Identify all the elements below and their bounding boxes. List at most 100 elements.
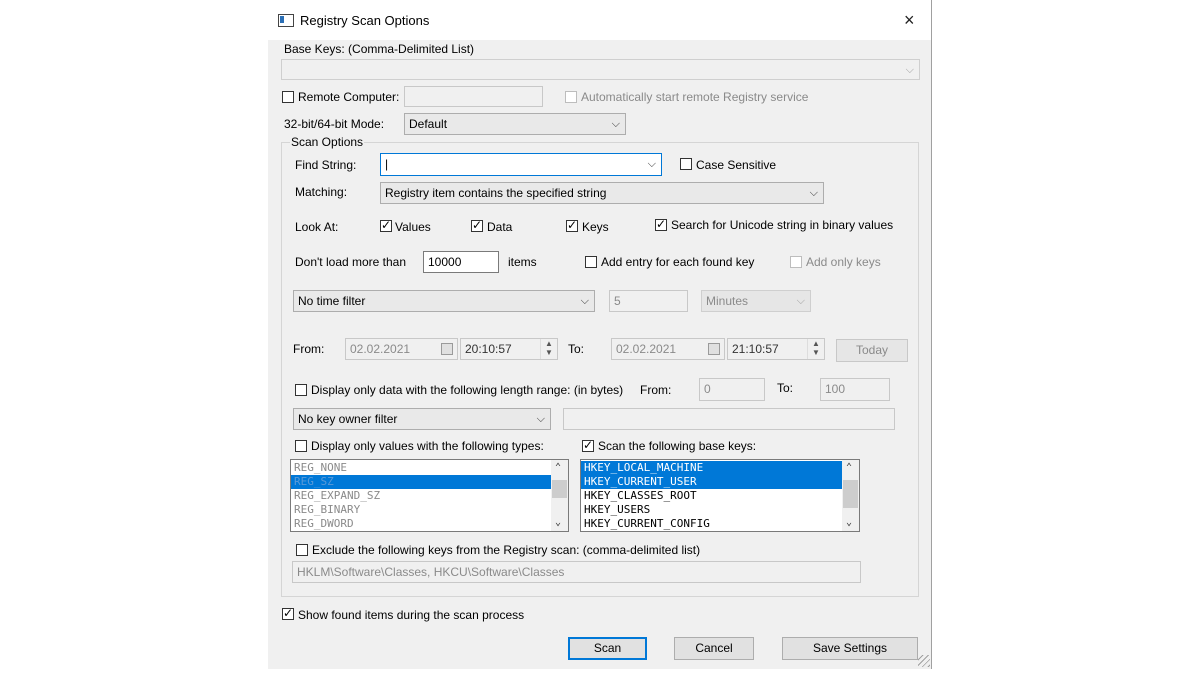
list-item[interactable]: REG_DWORD bbox=[291, 517, 568, 531]
length-range-checkbox[interactable] bbox=[295, 384, 307, 396]
look-at-label: Look At: bbox=[295, 220, 339, 234]
time-amount-input[interactable]: 5 bbox=[609, 290, 688, 312]
scan-button[interactable]: Scan bbox=[568, 637, 647, 660]
spin-down-icon: ▼ bbox=[812, 348, 820, 357]
to-date-value: 02.02.2021 bbox=[616, 342, 677, 356]
owner-input[interactable] bbox=[563, 408, 895, 430]
mode-value: Default bbox=[409, 117, 448, 131]
close-icon[interactable]: × bbox=[904, 10, 915, 31]
matching-select[interactable]: Registry item contains the specified str… bbox=[380, 182, 824, 204]
scan-options-group-label: Scan Options bbox=[290, 135, 365, 149]
remote-computer-label: Remote Computer: bbox=[298, 90, 400, 104]
data-label: Data bbox=[487, 220, 513, 234]
show-found-checkbox[interactable]: ✓ bbox=[282, 606, 294, 620]
base-keys-list[interactable]: HKEY_LOCAL_MACHINE HKEY_CURRENT_USER HKE… bbox=[580, 459, 860, 532]
today-button[interactable]: Today bbox=[836, 339, 908, 362]
base-keys-combo[interactable]: ⌵ bbox=[281, 59, 920, 80]
resize-grip[interactable] bbox=[918, 655, 930, 667]
auto-start-label: Automatically start remote Registry serv… bbox=[581, 90, 809, 104]
spin-up-icon: ▲ bbox=[812, 339, 820, 348]
time-unit-select[interactable]: Minutes ⌵ bbox=[701, 290, 811, 312]
list-item[interactable]: HKEY_USERS bbox=[581, 503, 859, 517]
spin-icon: ▲ ▼ bbox=[540, 339, 557, 359]
chevron-down-icon: ⌵ bbox=[536, 413, 545, 425]
exclude-keys-input[interactable]: HKLM\Software\Classes, HKCU\Software\Cla… bbox=[292, 561, 861, 583]
length-from-label: From: bbox=[640, 383, 672, 397]
length-to-input[interactable]: 100 bbox=[820, 378, 890, 401]
mode-select[interactable]: Default ⌵ bbox=[404, 113, 626, 135]
list-item[interactable]: REG_NONE bbox=[291, 461, 568, 475]
list-item[interactable]: HKEY_CLASSES_ROOT bbox=[581, 489, 859, 503]
scrollbar[interactable]: ⌃ ⌄ bbox=[551, 460, 568, 531]
scrollbar[interactable]: ⌃ ⌄ bbox=[842, 460, 859, 531]
exclude-keys-label: Exclude the following keys from the Regi… bbox=[312, 543, 701, 557]
value-types-list[interactable]: REG_NONE REG_SZ REG_EXPAND_SZ REG_BINARY… bbox=[290, 459, 569, 532]
list-item[interactable]: HKEY_CURRENT_USER bbox=[581, 475, 859, 489]
save-settings-button[interactable]: Save Settings bbox=[782, 637, 918, 660]
cancel-button[interactable]: Cancel bbox=[674, 637, 754, 660]
scroll-down-icon[interactable]: ⌄ bbox=[555, 517, 561, 528]
chevron-down-icon: ⌵ bbox=[905, 64, 914, 76]
to-time-input[interactable]: 21:10:57 ▲ ▼ bbox=[727, 338, 825, 360]
case-sensitive-label: Case Sensitive bbox=[696, 158, 777, 172]
from-time-input[interactable]: 20:10:57 ▲ ▼ bbox=[460, 338, 558, 360]
spin-down-icon: ▼ bbox=[545, 348, 553, 357]
check-icon: ✓ bbox=[472, 218, 483, 232]
to-label: To: bbox=[568, 342, 585, 356]
list-item[interactable]: REG_BINARY bbox=[291, 503, 568, 517]
remote-computer-input[interactable] bbox=[404, 86, 543, 107]
chevron-down-icon: ⌵ bbox=[796, 295, 805, 307]
scroll-thumb[interactable] bbox=[552, 480, 567, 498]
length-from-input[interactable]: 0 bbox=[699, 378, 765, 401]
to-date-picker[interactable]: 02.02.2021 bbox=[611, 338, 725, 360]
calendar-icon bbox=[708, 343, 720, 355]
matching-value: Registry item contains the specified str… bbox=[385, 186, 607, 200]
find-string-input[interactable]: | ⌵ bbox=[380, 153, 662, 176]
keys-checkbox[interactable]: ✓ bbox=[566, 218, 578, 232]
scroll-down-icon[interactable]: ⌄ bbox=[846, 517, 852, 528]
from-date-value: 02.02.2021 bbox=[350, 342, 411, 356]
items-label: items bbox=[508, 255, 537, 269]
case-sensitive-checkbox[interactable] bbox=[680, 158, 692, 170]
value-types-checkbox[interactable] bbox=[295, 440, 307, 452]
time-filter-select[interactable]: No time filter ⌵ bbox=[293, 290, 595, 312]
add-entry-label: Add entry for each found key bbox=[601, 255, 755, 269]
exclude-keys-checkbox[interactable] bbox=[296, 544, 308, 556]
chevron-down-icon: ⌵ bbox=[611, 118, 620, 130]
base-keys-scan-checkbox[interactable]: ✓ bbox=[582, 438, 594, 452]
value-types-label: Display only values with the following t… bbox=[311, 439, 544, 453]
data-checkbox[interactable]: ✓ bbox=[471, 218, 483, 232]
add-only-keys-label: Add only keys bbox=[806, 255, 881, 269]
add-only-keys-checkbox[interactable] bbox=[790, 256, 802, 268]
auto-start-checkbox[interactable] bbox=[565, 91, 577, 103]
time-filter-value: No time filter bbox=[298, 294, 366, 308]
from-time-value: 20:10:57 bbox=[465, 342, 512, 356]
add-entry-checkbox[interactable] bbox=[585, 256, 597, 268]
matching-label: Matching: bbox=[295, 185, 348, 199]
max-items-input[interactable]: 10000 bbox=[423, 251, 499, 273]
list-item[interactable]: REG_SZ bbox=[291, 475, 568, 489]
scroll-up-icon[interactable]: ⌃ bbox=[846, 462, 852, 473]
scroll-up-icon[interactable]: ⌃ bbox=[555, 462, 561, 473]
base-keys-scan-label: Scan the following base keys: bbox=[598, 439, 757, 453]
show-found-label: Show found items during the scan process bbox=[298, 608, 525, 622]
values-checkbox[interactable]: ✓ bbox=[380, 218, 392, 232]
list-item[interactable]: HKEY_LOCAL_MACHINE bbox=[581, 461, 859, 475]
mode-label: 32-bit/64-bit Mode: bbox=[284, 117, 385, 131]
owner-filter-select[interactable]: No key owner filter ⌵ bbox=[293, 408, 551, 430]
unicode-checkbox[interactable]: ✓ bbox=[655, 217, 667, 231]
to-time-value: 21:10:57 bbox=[732, 342, 779, 356]
from-date-picker[interactable]: 02.02.2021 bbox=[345, 338, 458, 360]
list-item[interactable]: HKEY_CURRENT_CONFIG bbox=[581, 517, 859, 531]
app-icon bbox=[278, 14, 294, 27]
chevron-down-icon: ⌵ bbox=[647, 158, 656, 170]
find-string-value: | bbox=[385, 157, 389, 171]
base-keys-label: Base Keys: (Comma-Delimited List) bbox=[284, 42, 475, 56]
check-icon: ✓ bbox=[567, 218, 578, 232]
scroll-thumb[interactable] bbox=[843, 480, 858, 508]
remote-computer-checkbox[interactable] bbox=[282, 91, 294, 103]
dont-load-label: Don't load more than bbox=[295, 255, 407, 269]
check-icon: ✓ bbox=[381, 218, 392, 232]
check-icon: ✓ bbox=[656, 217, 667, 231]
list-item[interactable]: REG_EXPAND_SZ bbox=[291, 489, 568, 503]
